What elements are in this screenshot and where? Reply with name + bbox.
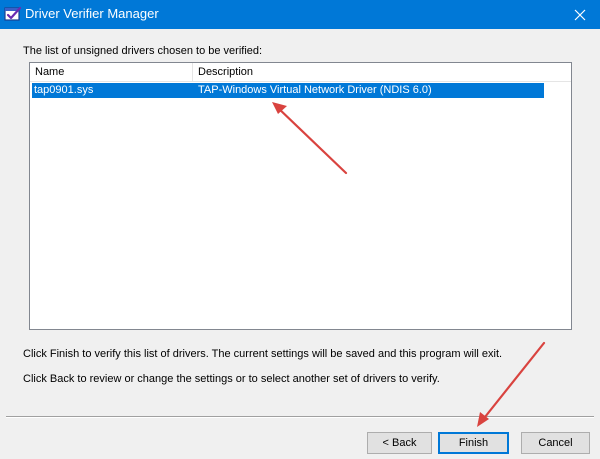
column-header-name[interactable]: Name	[30, 63, 193, 81]
button-divider	[6, 416, 594, 418]
list-header: Name Description	[30, 63, 571, 82]
driver-list-caption: The list of unsigned drivers chosen to b…	[23, 45, 263, 57]
close-icon	[574, 9, 586, 20]
close-button[interactable]	[560, 0, 600, 29]
driver-list[interactable]: Name Description tap0901.sys TAP-Windows…	[29, 62, 572, 330]
driver-name-cell: tap0901.sys	[34, 84, 94, 96]
column-header-description[interactable]: Description	[193, 63, 571, 81]
driver-description-cell: TAP-Windows Virtual Network Driver (NDIS…	[198, 84, 432, 96]
finish-button[interactable]: Finish	[438, 432, 509, 454]
finish-instruction-text: Click Finish to verify this list of driv…	[23, 348, 503, 360]
back-button[interactable]: < Back	[367, 432, 432, 454]
driver-row[interactable]: tap0901.sys TAP-Windows Virtual Network …	[32, 83, 544, 98]
title-bar: Driver Verifier Manager	[0, 0, 600, 29]
driver-verifier-app-icon	[4, 6, 22, 21]
back-instruction-text: Click Back to review or change the setti…	[23, 373, 440, 385]
window-title: Driver Verifier Manager	[25, 6, 159, 21]
driver-verifier-window: Driver Verifier Manager The list of unsi…	[0, 0, 600, 459]
cancel-button[interactable]: Cancel	[521, 432, 590, 454]
